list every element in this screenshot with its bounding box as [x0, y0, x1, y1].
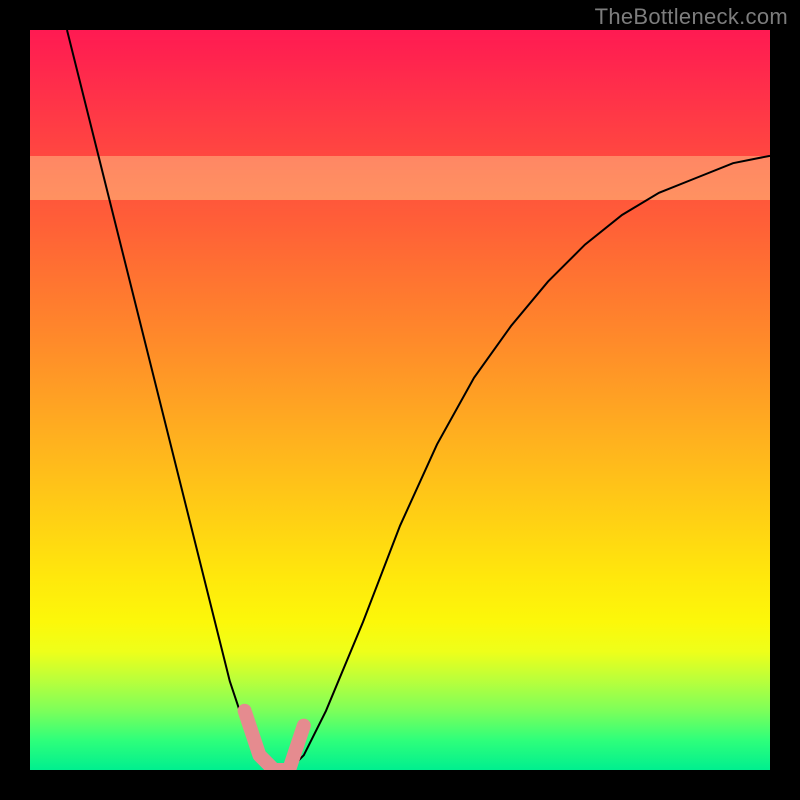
optimal-marker: [245, 711, 304, 770]
plot-area: [30, 30, 770, 770]
watermark-text: TheBottleneck.com: [595, 4, 788, 30]
curve-layer: [30, 30, 770, 770]
bottleneck-curve: [67, 30, 770, 770]
chart-container: TheBottleneck.com: [0, 0, 800, 800]
